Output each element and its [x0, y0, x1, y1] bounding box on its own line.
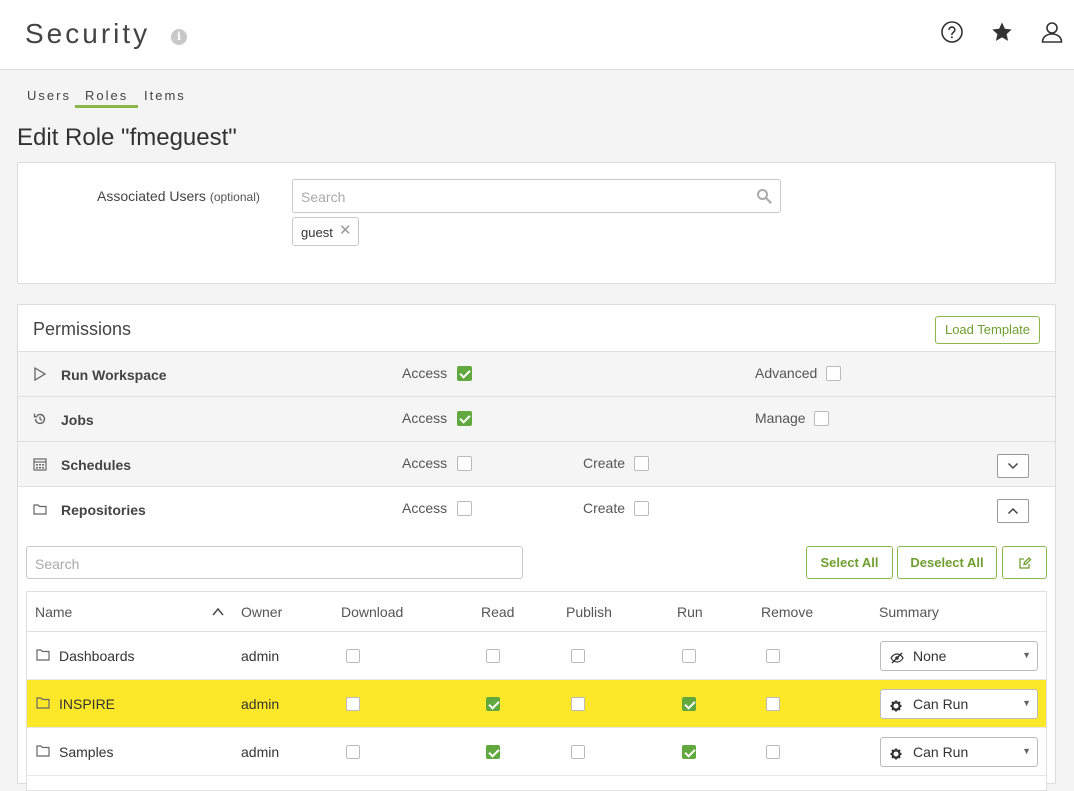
- repositories-access-checkbox[interactable]: [457, 501, 472, 516]
- run-checkbox[interactable]: [682, 745, 696, 759]
- permissions-title: Permissions: [33, 319, 132, 339]
- column-name[interactable]: Name: [35, 604, 72, 620]
- publish-checkbox[interactable]: [571, 649, 585, 663]
- jobs-manage-checkbox[interactable]: [814, 411, 829, 426]
- info-icon[interactable]: i: [171, 29, 187, 45]
- caret-down-icon: ▼: [1022, 650, 1031, 660]
- run-workspace-access-checkbox[interactable]: [457, 366, 472, 381]
- remove-tag-icon[interactable]: ✕: [339, 221, 352, 239]
- read-checkbox[interactable]: [486, 745, 500, 759]
- schedules-access-checkbox[interactable]: [457, 456, 472, 471]
- publish-checkbox[interactable]: [571, 697, 585, 711]
- perm-row-schedules: Schedules Access Create: [18, 441, 1055, 486]
- perm-row-run-workspace: Run Workspace Access Advanced: [18, 351, 1055, 396]
- perm-row-jobs: Jobs Access Manage: [18, 396, 1055, 441]
- table-row: Samples admin Can Run ▼: [27, 728, 1046, 776]
- schedules-create-checkbox[interactable]: [634, 456, 649, 471]
- page-title: Security: [25, 18, 151, 49]
- folder-icon: [33, 502, 47, 516]
- gear-icon: [890, 699, 904, 712]
- calendar-icon: [33, 457, 47, 471]
- run-checkbox[interactable]: [682, 649, 696, 663]
- history-icon: [33, 412, 47, 426]
- collapse-repositories-button[interactable]: [997, 499, 1029, 523]
- column-summary: Summary: [879, 604, 939, 620]
- column-owner: Owner: [241, 604, 283, 620]
- folder-icon: [36, 696, 50, 709]
- remove-checkbox[interactable]: [766, 649, 780, 663]
- star-icon[interactable]: [990, 20, 1014, 44]
- permissions-panel: Permissions Load Template Run Workspace …: [17, 304, 1056, 791]
- edit-icon: [1018, 557, 1032, 569]
- caret-down-icon: ▼: [1022, 746, 1031, 756]
- play-icon: [33, 367, 47, 381]
- app-header: Security i: [0, 0, 1074, 70]
- repository-search-input[interactable]: Search: [26, 546, 523, 579]
- eye-slash-icon: [890, 651, 904, 664]
- summary-select[interactable]: None ▼: [880, 641, 1038, 671]
- table-header: Name Owner Download Read Publish Run Rem…: [27, 592, 1046, 632]
- deselect-all-button[interactable]: Deselect All: [897, 546, 997, 579]
- folder-icon: [36, 744, 50, 757]
- repositories-table: Name Owner Download Read Publish Run Rem…: [26, 591, 1047, 791]
- column-remove: Remove: [761, 604, 814, 620]
- edit-role-title: Edit Role "fmeguest": [17, 124, 237, 151]
- associated-users-panel: Associated Users (optional) Search guest…: [17, 162, 1056, 284]
- download-checkbox[interactable]: [346, 745, 360, 759]
- sort-asc-icon[interactable]: [212, 604, 224, 622]
- table-row: Dashboards admin None ▼: [27, 632, 1046, 680]
- help-icon[interactable]: [940, 20, 964, 44]
- publish-checkbox[interactable]: [571, 745, 585, 759]
- tab-items[interactable]: Items: [134, 84, 196, 108]
- expand-schedules-button[interactable]: [997, 454, 1029, 478]
- remove-checkbox[interactable]: [766, 697, 780, 711]
- edit-button[interactable]: [1002, 546, 1047, 579]
- summary-select[interactable]: Can Run ▼: [880, 689, 1038, 719]
- remove-checkbox[interactable]: [766, 745, 780, 759]
- repositories-create-checkbox[interactable]: [634, 501, 649, 516]
- jobs-access-checkbox[interactable]: [457, 411, 472, 426]
- associated-users-label: Associated Users (optional): [97, 188, 260, 204]
- user-search-input[interactable]: Search: [292, 179, 781, 213]
- search-icon: [756, 188, 772, 204]
- select-all-button[interactable]: Select All: [806, 546, 893, 579]
- tab-users[interactable]: Users: [17, 84, 81, 108]
- caret-down-icon: ▼: [1022, 698, 1031, 708]
- read-checkbox[interactable]: [486, 697, 500, 711]
- download-checkbox[interactable]: [346, 649, 360, 663]
- user-icon[interactable]: [1040, 20, 1064, 44]
- run-checkbox[interactable]: [682, 697, 696, 711]
- folder-icon: [36, 648, 50, 661]
- gear-icon: [890, 747, 904, 760]
- run-workspace-advanced-checkbox[interactable]: [826, 366, 841, 381]
- column-run: Run: [677, 604, 703, 620]
- summary-select[interactable]: Can Run ▼: [880, 737, 1038, 767]
- column-publish: Publish: [566, 604, 612, 620]
- read-checkbox[interactable]: [486, 649, 500, 663]
- download-checkbox[interactable]: [346, 697, 360, 711]
- table-row: INSPIRE admin Can Run ▼: [27, 680, 1046, 728]
- tab-roles[interactable]: Roles: [75, 84, 139, 108]
- column-download: Download: [341, 604, 404, 620]
- column-read: Read: [481, 604, 515, 620]
- user-tag-guest: guest ✕: [292, 217, 359, 246]
- perm-row-repositories: Repositories Access Create: [18, 486, 1055, 531]
- load-template-button[interactable]: Load Template: [935, 316, 1040, 344]
- chevron-down-icon: [1007, 462, 1019, 470]
- chevron-up-icon: [1007, 507, 1019, 515]
